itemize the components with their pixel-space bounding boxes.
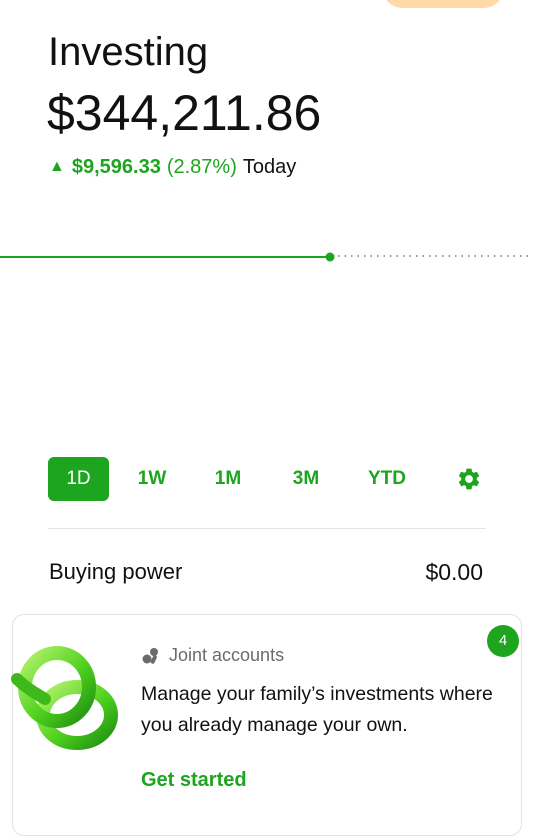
triangle-up-icon: ▲ [49, 158, 65, 175]
divider [48, 528, 486, 529]
range-tab-ytd[interactable]: YTD [356, 457, 418, 501]
notification-count-badge: 4 [487, 625, 519, 657]
portfolio-value: $344,211.86 [47, 85, 322, 141]
change-period: Today [242, 155, 297, 178]
top-pill[interactable] [383, 0, 503, 8]
daily-change: ▲ $9,596.33 (2.87%) Today [49, 154, 296, 180]
gear-icon [458, 468, 480, 490]
joint-accounts-icon [142, 647, 158, 664]
page-title: Investing [48, 30, 209, 74]
range-tab-1w[interactable]: 1W [126, 457, 178, 501]
joint-accounts-card[interactable]: 4 Joint accounts Manage your family’s in… [11, 614, 522, 836]
buying-power-label[interactable]: Buying power [49, 559, 182, 585]
chart-current-point [325, 252, 335, 262]
range-tabs: 1D 1W 1M 3M YTD [48, 457, 488, 501]
change-amount: $9,596.33 [71, 155, 161, 178]
get-started-button[interactable]: Get started [141, 769, 247, 792]
buying-power-value[interactable]: $0.00 [425, 559, 483, 586]
change-percent: (2.87%) [166, 155, 237, 178]
linked-rings-illustration [11, 646, 118, 750]
chart-settings-button[interactable] [456, 466, 482, 492]
range-tab-1d[interactable]: 1D [48, 457, 109, 501]
portfolio-chart[interactable] [0, 240, 533, 280]
range-tab-3m[interactable]: 3M [280, 457, 332, 501]
range-tab-1m[interactable]: 1M [202, 457, 254, 501]
promo-description: Manage your family’s investments where y… [141, 683, 493, 736]
promo-tag: Joint accounts [141, 645, 284, 666]
promo-tag-label: Joint accounts [169, 645, 285, 665]
